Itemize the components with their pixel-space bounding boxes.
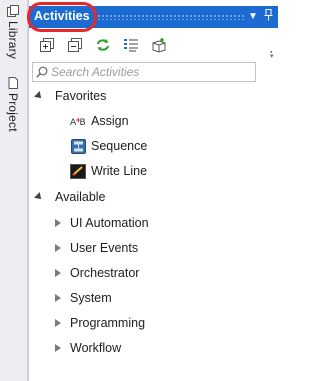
project-tab-label: Project: [6, 93, 20, 132]
library-tab[interactable]: Library: [2, 4, 24, 59]
add-package-icon: [152, 38, 166, 53]
collapsed-caret-icon[interactable]: [55, 294, 61, 302]
sequence-icon: [70, 138, 86, 154]
tree-item-label: Write Line: [91, 164, 148, 178]
tree-item-system[interactable]: System: [55, 287, 112, 309]
collapse-all-icon: [68, 38, 82, 52]
title-bar-grip: [93, 14, 244, 20]
tree-item-sequence[interactable]: Sequence: [70, 135, 147, 157]
tree-item-orchestrator[interactable]: Orchestrator: [55, 262, 139, 284]
tree-group-available[interactable]: Available: [34, 186, 106, 208]
write-line-icon: [70, 163, 86, 179]
refresh-button[interactable]: [93, 35, 113, 55]
tree-item-label: Sequence: [91, 139, 148, 153]
project-icon: [8, 77, 18, 89]
show-list-icon: [124, 39, 138, 52]
expand-all-button[interactable]: [37, 35, 57, 55]
expand-all-icon: [40, 38, 54, 52]
collapsed-caret-icon[interactable]: [55, 244, 61, 252]
group-label: Available: [55, 190, 106, 204]
panel-title-bar[interactable]: Activities ▼: [27, 2, 278, 32]
collapsed-caret-icon[interactable]: [55, 269, 61, 277]
toolbar-overflow-icon[interactable]: ▪ ▾: [270, 49, 276, 60]
assign-icon: AB: [70, 113, 86, 129]
tree-item-user-events[interactable]: User Events: [55, 237, 138, 259]
manage-packages-button[interactable]: [149, 35, 169, 55]
tree-item-label: UI Automation: [70, 216, 149, 230]
panel-menu-dropdown-icon[interactable]: ▼: [246, 9, 260, 24]
tree-item-label: Programming: [70, 316, 146, 330]
group-label: Favorites: [55, 89, 107, 103]
tree-item-programming[interactable]: Programming: [55, 312, 145, 334]
tree-group-favorites[interactable]: Favorites: [34, 85, 107, 107]
tree-item-assign[interactable]: AB Assign: [70, 110, 129, 132]
pin-icon[interactable]: [261, 9, 275, 24]
activities-panel: Activities ▼ ▪ ▾ Search Activities Favor…: [27, 0, 278, 381]
library-icon: [7, 5, 19, 17]
title-highlight-annotation: [27, 2, 97, 32]
svg-text:B: B: [80, 118, 86, 128]
tree-item-label: Workflow: [70, 341, 122, 355]
svg-text:A: A: [70, 118, 77, 128]
collapsed-caret-icon[interactable]: [55, 344, 61, 352]
search-input[interactable]: [51, 64, 251, 80]
activities-toolbar: ▪ ▾: [29, 31, 278, 60]
tree-item-label: System: [70, 291, 112, 305]
expanded-caret-icon: [34, 192, 44, 202]
project-tab[interactable]: Project: [2, 76, 24, 132]
search-box[interactable]: [32, 62, 256, 82]
tree-item-label: Assign: [91, 114, 129, 128]
tree-item-workflow[interactable]: Workflow: [55, 337, 121, 359]
show-list-button[interactable]: [121, 35, 141, 55]
collapsed-caret-icon[interactable]: [55, 319, 61, 327]
library-tab-label: Library: [6, 21, 20, 60]
tree-item-label: Orchestrator: [70, 266, 140, 280]
tree-item-label: User Events: [70, 241, 139, 255]
expanded-caret-icon: [34, 91, 44, 101]
tree-item-ui-automation[interactable]: UI Automation: [55, 212, 149, 234]
collapsed-caret-icon[interactable]: [55, 219, 61, 227]
side-tab-strip: Library Project: [0, 0, 28, 381]
collapse-all-button[interactable]: [65, 35, 85, 55]
search-icon: [36, 66, 48, 78]
tree-item-write-line[interactable]: Write Line: [70, 160, 147, 182]
refresh-icon: [97, 39, 109, 51]
